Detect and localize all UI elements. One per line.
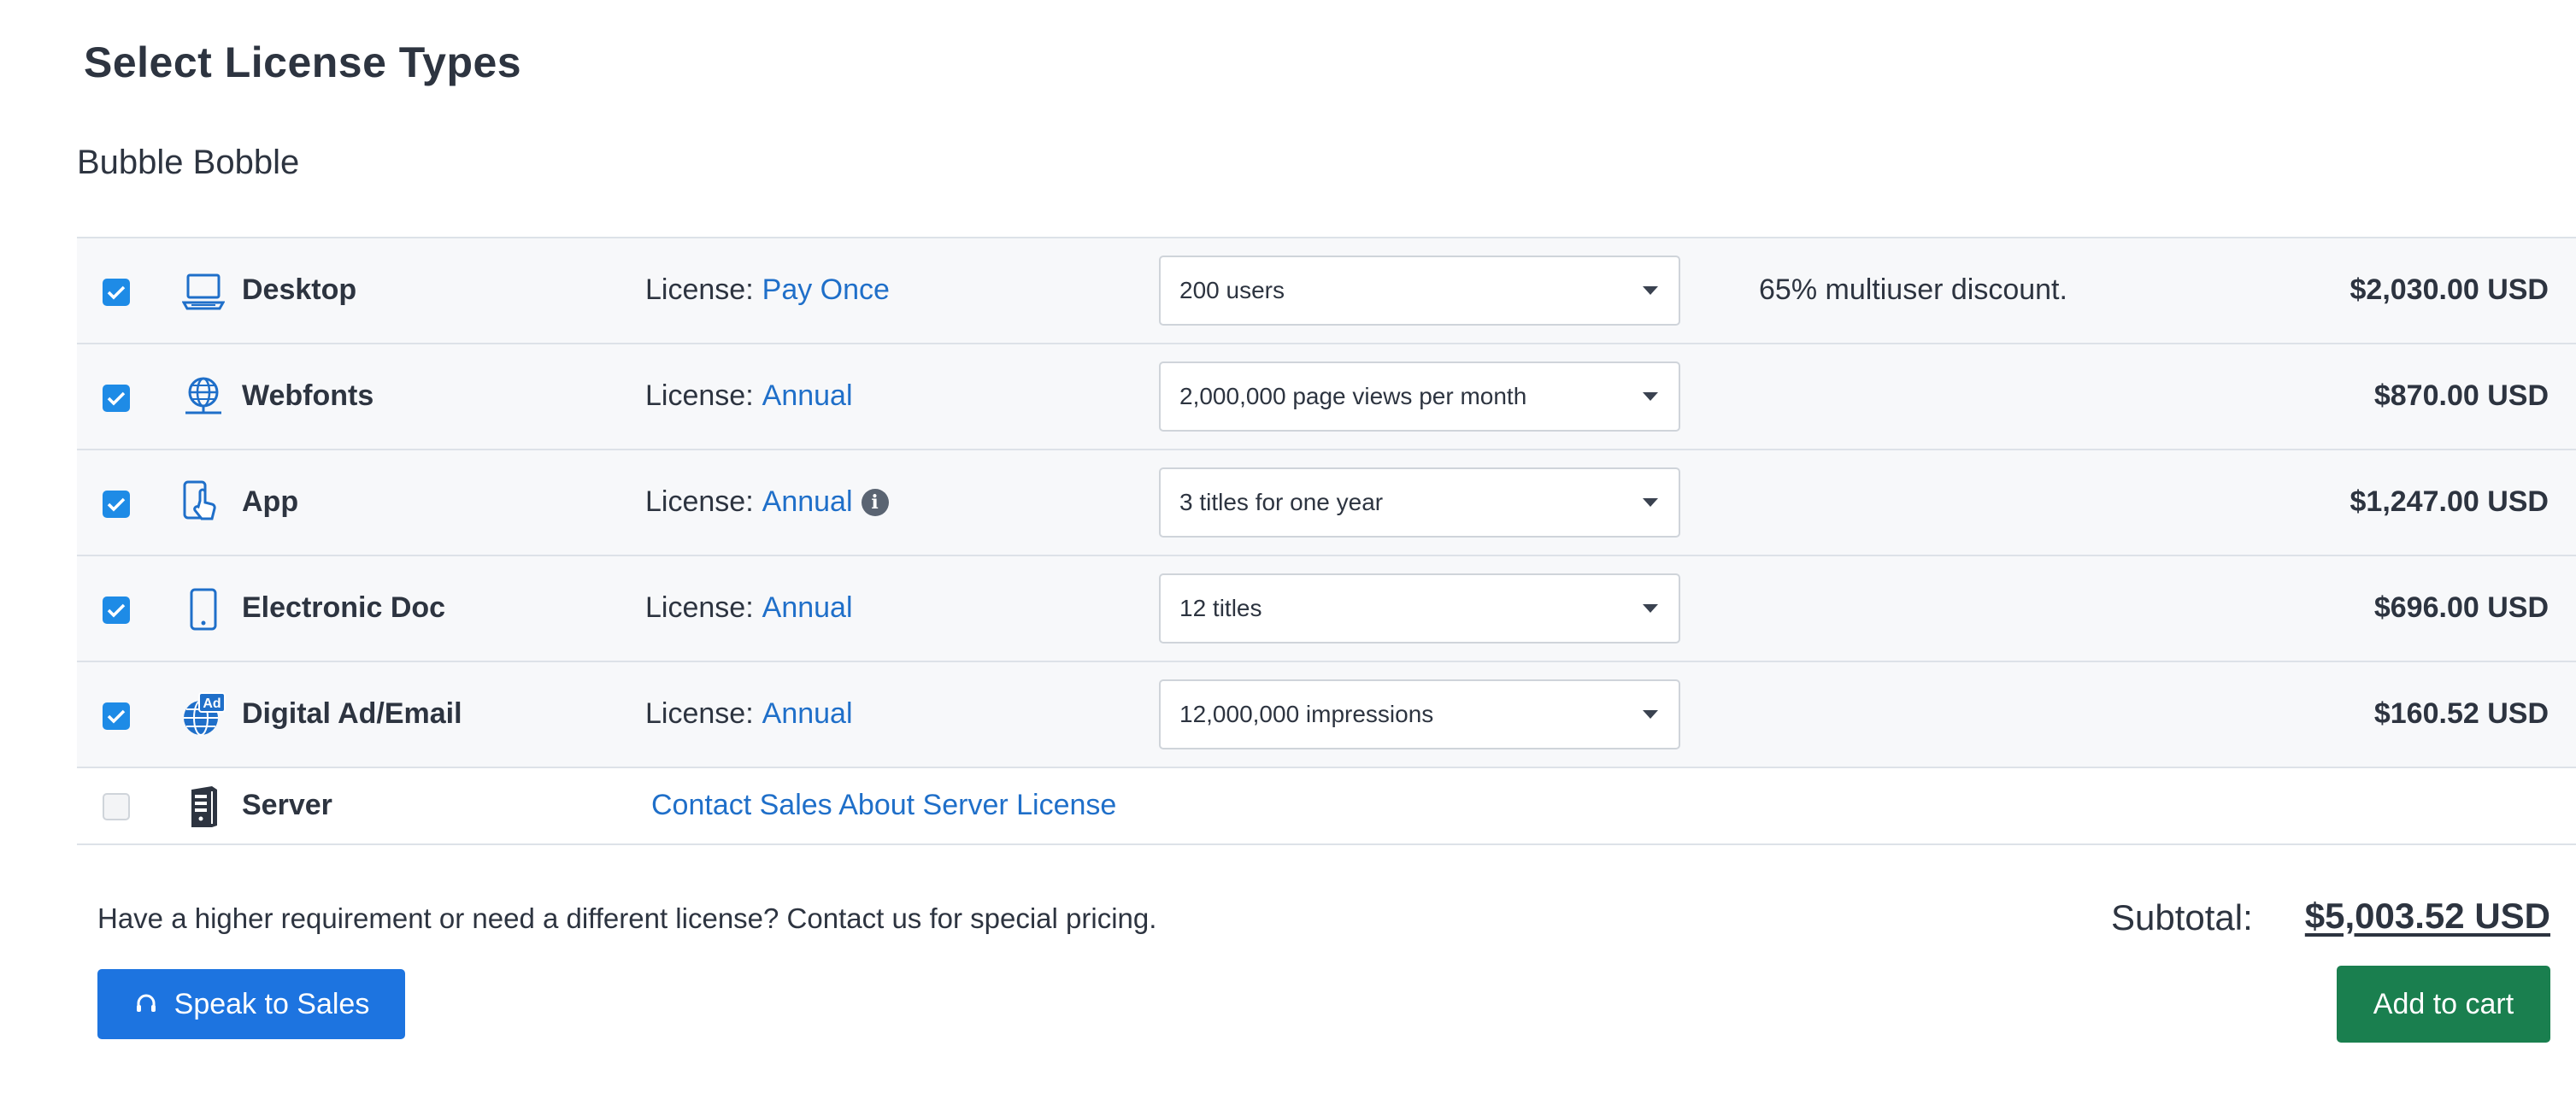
add-to-cart-button[interactable]: Add to cart <box>2337 966 2550 1043</box>
digital-ad-option-select[interactable]: 12,000,000 impressions <box>1159 679 1680 749</box>
speak-to-sales-button[interactable]: Speak to Sales <box>97 969 405 1039</box>
headset-icon <box>136 994 156 1012</box>
row-price: $160.52 USD <box>2373 697 2549 730</box>
checkmark-icon <box>107 285 126 300</box>
license-kind-link[interactable]: Pay Once <box>762 273 890 307</box>
electronic-doc-option-select[interactable]: 12 titles <box>1159 573 1680 644</box>
caret-down-icon <box>1643 498 1658 507</box>
license-type-label: Webfonts <box>242 379 374 412</box>
checkmark-icon <box>107 391 126 406</box>
server-checkbox[interactable] <box>103 793 130 820</box>
checkmark-icon <box>107 709 126 724</box>
select-value: 3 titles for one year <box>1179 489 1384 515</box>
license-prefix: License: <box>645 697 754 730</box>
checkmark-icon <box>107 497 126 512</box>
license-prefix: License: <box>645 379 754 412</box>
app-option-select[interactable]: 3 titles for one year <box>1159 467 1680 538</box>
phone-touch-icon <box>179 479 227 527</box>
license-type-label: Electronic Doc <box>242 591 446 624</box>
license-kind-link[interactable]: Annual <box>762 591 853 625</box>
desktop-checkbox[interactable] <box>103 279 130 306</box>
select-value: 12,000,000 impressions <box>1179 701 1434 727</box>
license-info: License: Annual i <box>645 485 889 519</box>
laptop-icon <box>179 267 227 315</box>
select-value: 200 users <box>1179 277 1285 303</box>
select-value: 2,000,000 page views per month <box>1179 383 1527 409</box>
server-icon <box>179 783 227 831</box>
subtotal-value[interactable]: $5,003.52 USD <box>2305 896 2550 937</box>
contact-sales-server-link[interactable]: Contact Sales About Server License <box>651 789 1116 822</box>
license-row-webfonts: Webfonts License: Annual 2,000,000 page … <box>77 344 2576 450</box>
ad-globe-icon: Ad <box>179 691 227 739</box>
license-table: Desktop License: Pay Once 200 users 65% … <box>77 237 2576 845</box>
license-kind-link[interactable]: Annual <box>762 485 853 519</box>
license-prefix: License: <box>645 485 754 518</box>
globe-icon <box>179 373 227 421</box>
app-checkbox[interactable] <box>103 491 130 518</box>
license-row-desktop: Desktop License: Pay Once 200 users 65% … <box>77 238 2576 344</box>
digital-ad-checkbox[interactable] <box>103 702 130 730</box>
select-value: 12 titles <box>1179 595 1262 621</box>
speak-to-sales-label: Speak to Sales <box>173 987 370 1020</box>
license-info: License: Annual <box>645 379 853 413</box>
row-price: $870.00 USD <box>2373 379 2549 412</box>
page-title: Select License Types <box>84 38 522 86</box>
row-price: $696.00 USD <box>2373 591 2549 624</box>
license-kind-link[interactable]: Annual <box>762 697 853 731</box>
webfonts-option-select[interactable]: 2,000,000 page views per month <box>1159 361 1680 432</box>
webfonts-checkbox[interactable] <box>103 385 130 412</box>
checkmark-icon <box>107 603 126 618</box>
tablet-icon <box>179 585 227 633</box>
license-row-electronic-doc: Electronic Doc License: Annual 12 titles… <box>77 556 2576 662</box>
special-pricing-note: Have a higher requirement or need a diff… <box>97 902 1157 934</box>
license-info: License: Annual <box>645 697 853 731</box>
license-type-label: Server <box>242 789 332 821</box>
row-price: $2,030.00 USD <box>2350 273 2550 306</box>
license-prefix: License: <box>645 273 754 306</box>
caret-down-icon <box>1643 710 1658 719</box>
product-name: Bubble Bobble <box>77 144 300 181</box>
license-type-label: Desktop <box>242 273 357 306</box>
license-info: License: Annual <box>645 591 853 625</box>
license-kind-link[interactable]: Annual <box>762 379 853 413</box>
license-row-server: Server Contact Sales About Server Licens… <box>77 768 2576 845</box>
subtotal-label: Subtotal: <box>2111 897 2253 937</box>
caret-down-icon <box>1643 604 1658 613</box>
license-type-label: App <box>242 485 299 518</box>
caret-down-icon <box>1643 392 1658 401</box>
license-info: License: Pay Once <box>645 273 890 307</box>
license-row-digital-ad: Ad Digital Ad/Email License: Annual 12,0… <box>77 662 2576 768</box>
license-prefix: License: <box>645 591 754 624</box>
ad-badge-text: Ad <box>203 696 221 711</box>
desktop-option-select[interactable]: 200 users <box>1159 256 1680 326</box>
discount-note: 65% multiuser discount. <box>1759 273 2067 306</box>
caret-down-icon <box>1643 286 1658 295</box>
electronic-doc-checkbox[interactable] <box>103 597 130 624</box>
license-type-label: Digital Ad/Email <box>242 697 462 730</box>
license-row-app: App License: Annual i 3 titles for one y… <box>77 450 2576 556</box>
row-price: $1,247.00 USD <box>2350 485 2550 518</box>
info-icon[interactable]: i <box>861 488 889 516</box>
